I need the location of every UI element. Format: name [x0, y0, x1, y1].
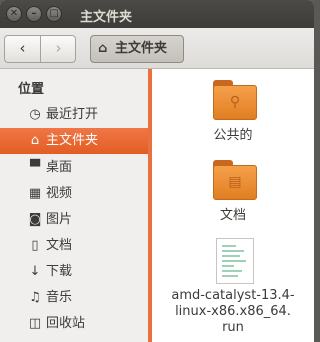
file-item-label-line1: amd-catalyst-13.4- [171, 288, 295, 303]
file-item-documents[interactable]: ▤ 文档 [152, 156, 314, 228]
sidebar-item-documents[interactable]: ▯ 文档 [0, 233, 148, 259]
sidebar-item-label: 下载 [46, 264, 73, 279]
chevron-right-icon: › [55, 39, 62, 57]
minimize-button[interactable]: – [26, 6, 42, 22]
file-item-label-line2: linux-x86.x86_64. [175, 304, 291, 319]
share-folder-icon: ⚲ [213, 80, 257, 120]
sidebar-item-trash[interactable]: ◫ 回收站 [0, 311, 148, 337]
film-icon: ▦ [28, 186, 42, 201]
title-bar[interactable]: ✕ – □ 主文件夹 [0, 0, 314, 28]
camera-icon: ◙ [28, 212, 42, 227]
sidebar-item-label: 主文件夹 [46, 133, 99, 148]
sidebar-item-label: 音乐 [46, 290, 73, 305]
nav-button-group: ‹ › [4, 35, 76, 63]
sidebar-item-label: 回收站 [46, 316, 86, 331]
sidebar-item-label: 最近打开 [46, 107, 99, 122]
maximize-button[interactable]: □ [46, 6, 62, 22]
sidebar-item-label: 桌面 [46, 160, 73, 175]
sidebar-item-music[interactable]: ♫ 音乐 [0, 285, 148, 311]
desktop-icon: ▀ [30, 160, 40, 175]
sidebar-item-pictures[interactable]: ◙ 图片 [0, 207, 148, 233]
window-title: 主文件夹 [80, 10, 133, 25]
sidebar-heading: 位置 [18, 82, 45, 97]
close-button[interactable]: ✕ [6, 6, 22, 22]
sidebar-item-recent[interactable]: ◷ 最近打开 [0, 102, 148, 128]
file-item-installer[interactable]: amd-catalyst-13.4- linux-x86.x86_64. run [152, 234, 314, 342]
trash-icon: ◫ [28, 316, 42, 331]
sidebar-item-label: 视频 [46, 186, 73, 201]
sidebar-item-videos[interactable]: ▦ 视频 [0, 181, 148, 207]
breadcrumb-home[interactable]: ⌂ 主文件夹 [90, 35, 184, 63]
sidebar-item-downloads[interactable]: ↓ 下载 [0, 259, 148, 285]
breadcrumb-label: 主文件夹 [115, 41, 168, 56]
forward-button[interactable]: › [41, 36, 76, 62]
file-item-public[interactable]: ⚲ 公共的 [152, 76, 314, 148]
download-icon: ↓ [29, 264, 41, 279]
clock-icon: ◷ [29, 107, 41, 122]
file-manager-window: ✕ – □ 主文件夹 ‹ › ⌂ 主文件夹 位置 ◷ 最近打开 ⌂ 主文件夹 ▀… [0, 0, 314, 342]
file-item-label-line3: run [222, 320, 244, 335]
file-item-label: 文档 [219, 208, 246, 223]
home-icon: ⌂ [30, 133, 40, 148]
documents-folder-icon: ▤ [213, 160, 257, 200]
chevron-left-icon: ‹ [19, 39, 26, 57]
music-icon: ♫ [29, 290, 41, 305]
file-item-label: 公共的 [213, 128, 253, 143]
home-icon: ⌂ [98, 41, 108, 56]
sidebar-item-desktop[interactable]: ▀ 桌面 [0, 155, 148, 181]
script-file-icon [216, 238, 254, 284]
sidebar-item-home[interactable]: ⌂ 主文件夹 [0, 128, 148, 154]
sidebar-item-label: 图片 [46, 212, 73, 227]
sidebar-item-label: 文档 [46, 238, 73, 253]
document-icon: ▯ [31, 238, 39, 253]
back-button[interactable]: ‹ [5, 36, 40, 62]
